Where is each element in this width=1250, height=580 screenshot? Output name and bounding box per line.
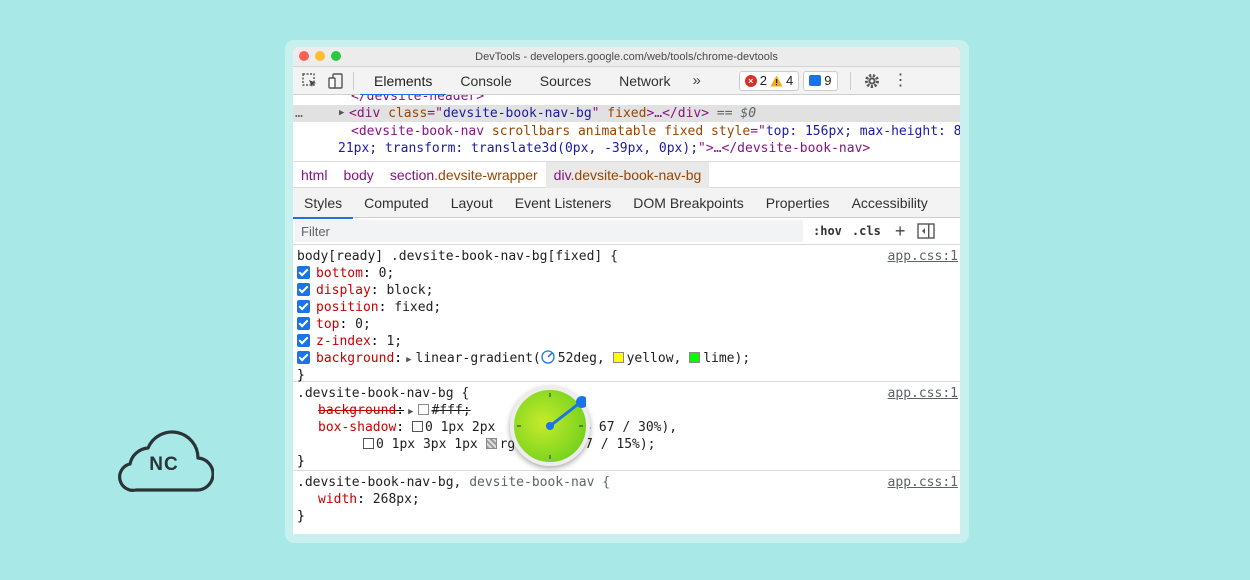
tab-sources[interactable]: Sources [526,67,605,95]
rule-source-link[interactable]: app.css:1 [888,385,958,402]
dom-tree: </devsite-header> … ▶ <div class="devsit… [293,95,960,162]
angle-dial-icon [517,393,586,459]
dom-node-book-nav[interactable]: <devsite-book-nav scrollbars animatable … [351,123,960,140]
expand-triangle-icon[interactable]: ▶ [406,355,411,365]
rule-selector[interactable]: body[ready] .devsite-book-nav-bg[fixed] … [297,249,618,264]
error-icon: × [744,74,757,87]
zoom-window-button[interactable] [331,51,341,61]
decl-background-overridden: background: ▶ #fff; [318,403,471,418]
tab-computed[interactable]: Computed [353,188,440,218]
decl-background: background: ▶ linear-gradient(52deg, yello… [297,350,960,367]
decl-checkbox[interactable] [297,351,310,364]
style-rule-nav-bg: .devsite-book-nav-bg { app.css:1 backgrou… [293,382,960,471]
expand-triangle-icon[interactable]: ▶ [339,105,344,122]
rule-selector[interactable]: .devsite-book-nav-bg, [297,475,461,490]
decl-box-shadow-cont: 0 1px 3px 1px rg 67 / 15%); [297,436,960,453]
cls-toggle-button[interactable]: .cls [852,224,881,238]
rule-close-brace: } [297,454,305,469]
tab-event-listeners[interactable]: Event Listeners [504,188,623,218]
messages-counter[interactable]: 9 [803,70,838,91]
tab-console[interactable]: Console [446,67,525,95]
toggle-sidebar-icon[interactable] [917,223,936,239]
decl-checkbox[interactable] [297,334,310,347]
dom-node-selected[interactable]: … ▶ <div class="devsite-book-nav-bg" fix… [293,105,960,122]
error-count: 2 [759,73,768,88]
shadow-editor-icon[interactable] [363,438,374,449]
tab-elements[interactable]: Elements [360,67,447,96]
new-rule-button[interactable]: + [895,221,906,242]
more-tabs-icon[interactable]: » [684,72,708,89]
expand-triangle-icon[interactable]: ▶ [408,407,413,417]
tab-layout[interactable]: Layout [440,188,504,218]
logo-text: NC [149,454,179,475]
decl-box-shadow: box-shadow: 0 1px 2px 54 67 / 30%), [318,420,678,435]
rule-selector[interactable]: .devsite-book-nav-bg { [297,386,469,401]
decl-top: top: 0; [297,316,960,333]
decl-width: width: 268px; [318,492,420,507]
angle-clock-icon[interactable] [541,350,555,364]
decl-position: position: fixed; [297,299,960,316]
kebab-menu-icon[interactable]: ⋮ [893,72,909,89]
dom-node-header-close[interactable]: </devsite-header> [351,95,484,105]
decl-z-index: z-index: 1; [297,333,960,350]
breadcrumb-body[interactable]: body [335,162,381,188]
style-rule-fixed: body[ready] .devsite-book-nav-bg[fixed] … [293,245,960,383]
breadcrumb-div[interactable]: div.devsite-book-nav-bg [545,161,710,188]
color-swatch-lime[interactable] [689,352,701,363]
message-icon [809,75,822,86]
tab-network[interactable]: Network [605,67,684,95]
issues-counter[interactable]: × 2 4 [738,70,800,91]
decl-checkbox[interactable] [297,317,310,330]
minimize-window-button[interactable] [315,51,325,61]
nc-cloud-logo: NC [114,430,215,494]
close-window-button[interactable] [299,51,309,61]
filter-input[interactable] [295,220,803,242]
devtools-window: DevTools - developers.google.com/web/too… [293,47,960,534]
device-toolbar-icon[interactable] [325,70,347,92]
rule-source-link[interactable]: app.css:1 [888,474,958,491]
decl-checkbox[interactable] [297,266,310,279]
color-swatch-yellow[interactable] [612,352,624,363]
warning-icon [770,75,783,86]
decl-checkbox[interactable] [297,300,310,313]
color-swatch-gray[interactable] [485,438,497,449]
tab-dom-breakpoints[interactable]: DOM Breakpoints [622,188,754,218]
rule-source-link[interactable]: app.css:1 [888,248,958,265]
tab-styles[interactable]: Styles [293,188,354,219]
style-rule-nav: .devsite-book-nav-bg, devsite-book-nav {… [293,471,960,531]
breadcrumb-section[interactable]: section.devsite-wrapper [382,162,546,188]
window-title: DevTools - developers.google.com/web/too… [475,51,778,63]
toolbar-divider [353,71,354,90]
tab-accessibility[interactable]: Accessibility [841,188,939,218]
tab-properties[interactable]: Properties [755,188,841,218]
gear-icon[interactable] [861,70,883,92]
breadcrumb: html body section.devsite-wrapper div.de… [293,161,960,188]
title-bar: DevTools - developers.google.com/web/too… [293,47,960,67]
decl-display: display: block; [297,282,960,299]
sidebar-tabs: Styles Computed Layout Event Listeners D… [293,188,960,219]
warning-count: 4 [786,73,794,88]
message-count: 9 [824,73,832,88]
rule-selector-secondary[interactable]: devsite-book-nav { [469,475,610,490]
styles-filter-bar: :hov .cls + [293,218,960,245]
decl-checkbox[interactable] [297,283,310,296]
hov-toggle-button[interactable]: :hov [813,224,842,238]
angle-dial-popover[interactable] [510,386,590,466]
rule-close-brace: } [297,509,305,524]
breadcrumb-html[interactable]: html [293,162,335,188]
toolbar-divider [849,71,851,90]
styles-pane: body[ready] .devsite-book-nav-bg[fixed] … [293,245,960,531]
dom-node-book-nav-cont[interactable]: 21px; transform: translate3d(0px, -39px,… [338,140,870,157]
color-swatch-white[interactable] [417,404,429,415]
inspect-element-icon[interactable] [299,70,321,92]
main-toolbar: Elements Console Sources Network » × 2 4… [293,67,960,96]
shadow-editor-icon[interactable] [411,421,423,432]
decl-bottom: bottom: 0; [297,265,960,282]
